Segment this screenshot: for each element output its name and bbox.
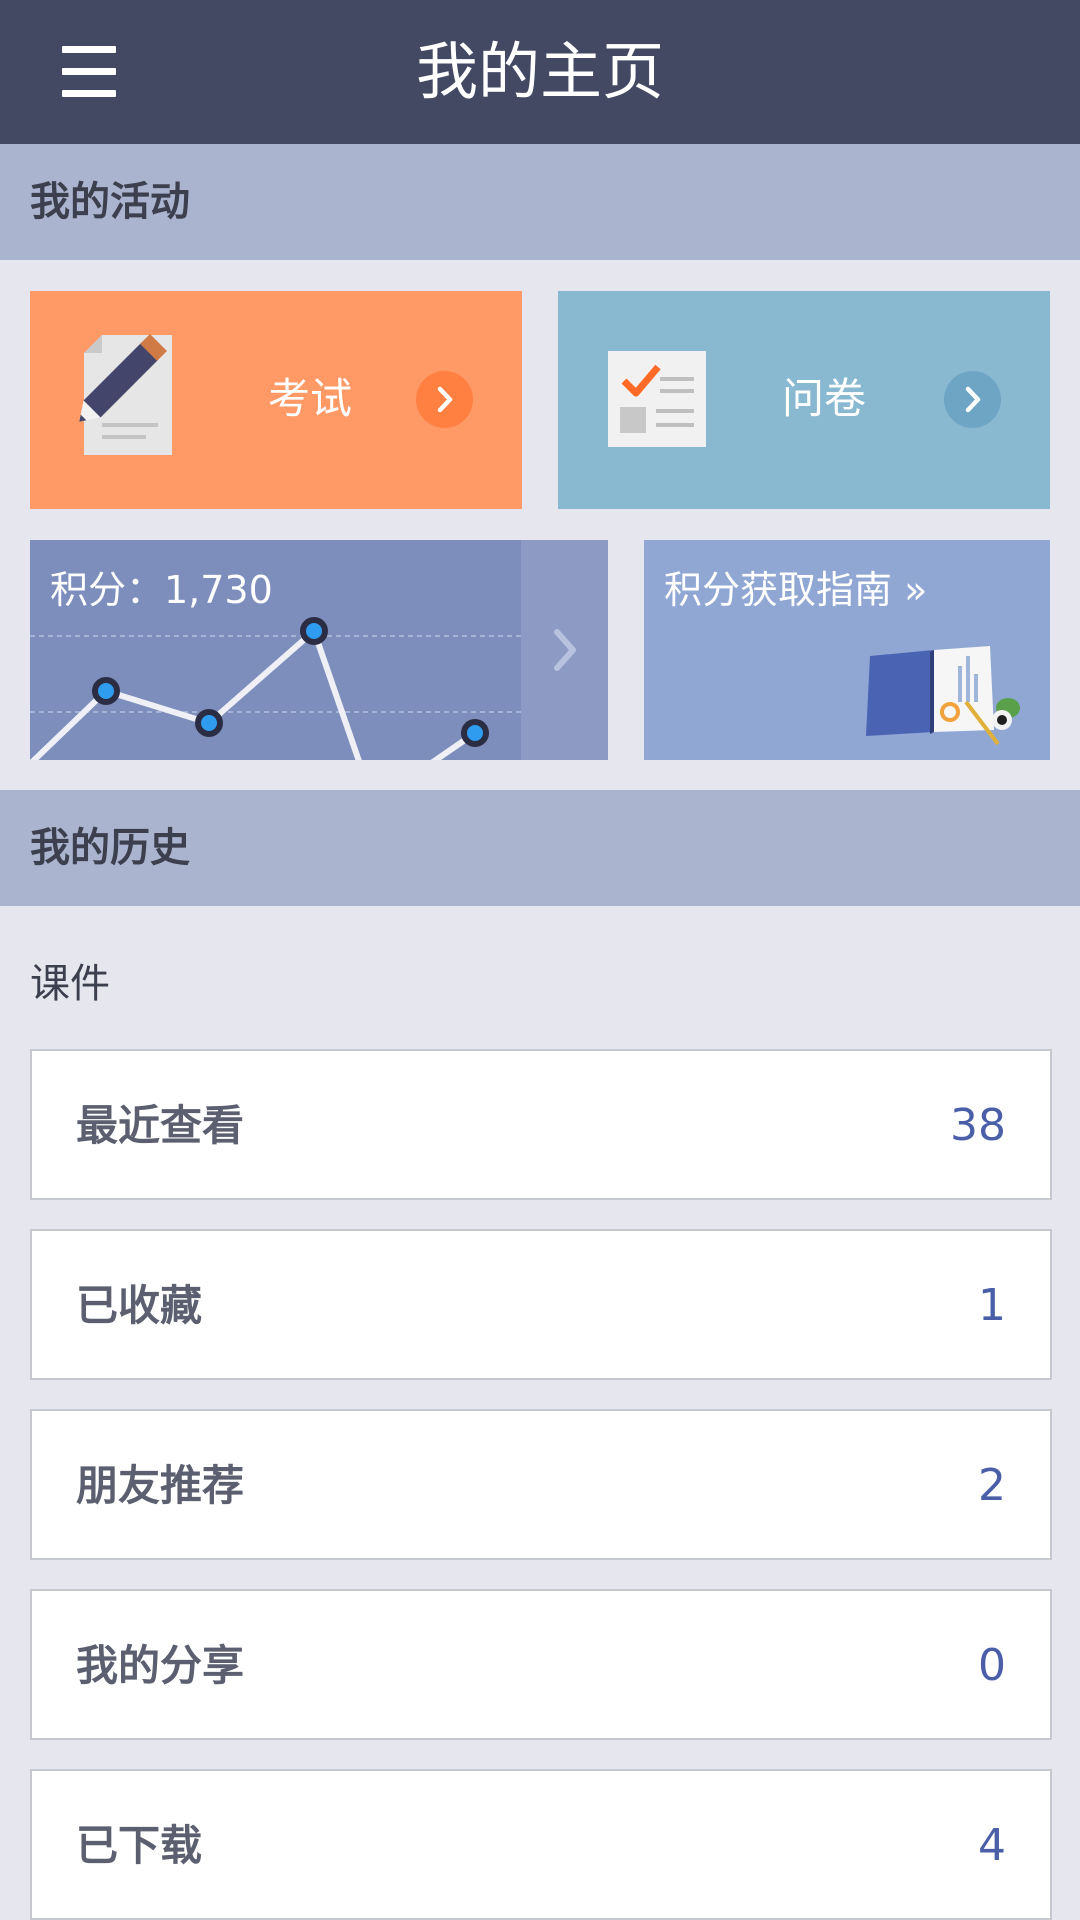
page-title: 我的主页 [415,35,664,108]
survey-checklist-icon [608,351,706,447]
activities-section-title: 我的活动 [30,179,190,225]
chevron-right-icon [554,629,576,671]
points-side-panel[interactable] [521,540,608,760]
history-row-label: 我的分享 [76,1641,245,1690]
history-row-downloaded[interactable]: 已下载 4 [30,1769,1052,1920]
history-row-label: 最近查看 [76,1101,245,1150]
exam-arrow-icon[interactable] [416,371,473,428]
history-row-count: 2 [978,1460,1006,1511]
history-row-recommended[interactable]: 朋友推荐 2 [30,1409,1052,1560]
survey-arrow-icon[interactable] [944,371,1001,428]
top-bar: 我的主页 [0,0,1080,144]
history-section-title: 我的历史 [30,825,190,871]
points-tile[interactable]: 积分：1,730 [30,540,608,760]
history-section-header: 我的历史 [0,790,1080,906]
double-chevron-icon: » [904,568,928,612]
history-row-recent[interactable]: 最近查看 38 [30,1049,1052,1200]
history-row-shared[interactable]: 我的分享 0 [30,1589,1052,1740]
history-row-count: 38 [950,1100,1006,1151]
points-guide-label: 积分获取指南 » [664,568,928,612]
history-row-label: 已下载 [76,1821,203,1870]
exam-pencil-icon [79,334,172,455]
points-label: 积分：1,730 [50,568,273,612]
history-row-count: 0 [978,1640,1006,1691]
guide-book-icon [866,646,1020,746]
survey-label: 问卷 [782,374,867,423]
exam-tile[interactable]: 考试 [30,291,522,509]
history-row-label: 朋友推荐 [76,1461,245,1510]
activities-section-header: 我的活动 [0,144,1080,260]
history-row-label: 已收藏 [76,1281,203,1330]
history-row-count: 4 [978,1820,1006,1871]
survey-tile[interactable]: 问卷 [558,291,1050,509]
history-row-favorites[interactable]: 已收藏 1 [30,1229,1052,1380]
history-row-count: 1 [978,1280,1006,1331]
exam-label: 考试 [268,374,353,423]
points-guide-tile[interactable]: 积分获取指南 » [644,540,1050,760]
courseware-subtitle: 课件 [30,961,110,1007]
